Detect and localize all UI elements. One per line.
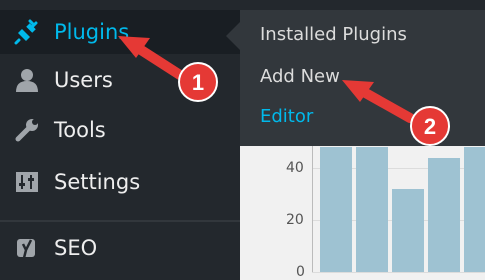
sidebar-item-label: Tools — [54, 118, 106, 142]
y-axis-line — [312, 146, 313, 272]
sidebar-item-seo[interactable]: SEO — [0, 226, 240, 270]
chart-bar — [320, 147, 352, 272]
chart-bar — [464, 147, 485, 272]
submenu-editor[interactable]: Editor — [260, 106, 313, 127]
yoast-icon — [14, 235, 40, 261]
sliders-icon — [14, 169, 40, 195]
y-tick-label: 0 — [296, 264, 305, 280]
sidebar-item-users[interactable]: Users — [0, 58, 240, 102]
admin-sidebar: Plugins Users Tools Settings SEO — [0, 0, 240, 280]
dashboard-chart: 40 20 0 — [240, 146, 485, 280]
plugins-submenu: Installed Plugins Add New Editor — [240, 10, 485, 146]
sidebar-item-label: Plugins — [54, 20, 130, 44]
chart-bar — [392, 188, 424, 272]
plugin-icon — [14, 19, 40, 45]
sidebar-item-label: Settings — [54, 170, 141, 194]
y-tick-label: 40 — [286, 160, 304, 176]
sidebar-item-settings[interactable]: Settings — [0, 160, 240, 204]
sidebar-item-plugins[interactable]: Plugins — [0, 10, 240, 54]
chart-bar — [356, 147, 388, 272]
submenu-installed-plugins[interactable]: Installed Plugins — [260, 24, 407, 45]
wrench-icon — [14, 117, 40, 143]
submenu-add-new[interactable]: Add New — [260, 66, 340, 87]
sidebar-item-label: SEO — [54, 236, 98, 260]
gridline — [312, 272, 485, 273]
menu-separator — [0, 220, 240, 222]
y-tick-label: 20 — [286, 212, 304, 228]
user-icon — [14, 67, 40, 93]
sidebar-item-label: Users — [54, 68, 113, 92]
flyout-caret — [226, 22, 240, 50]
chart-bar — [428, 157, 460, 272]
sidebar-item-tools[interactable]: Tools — [0, 108, 240, 152]
